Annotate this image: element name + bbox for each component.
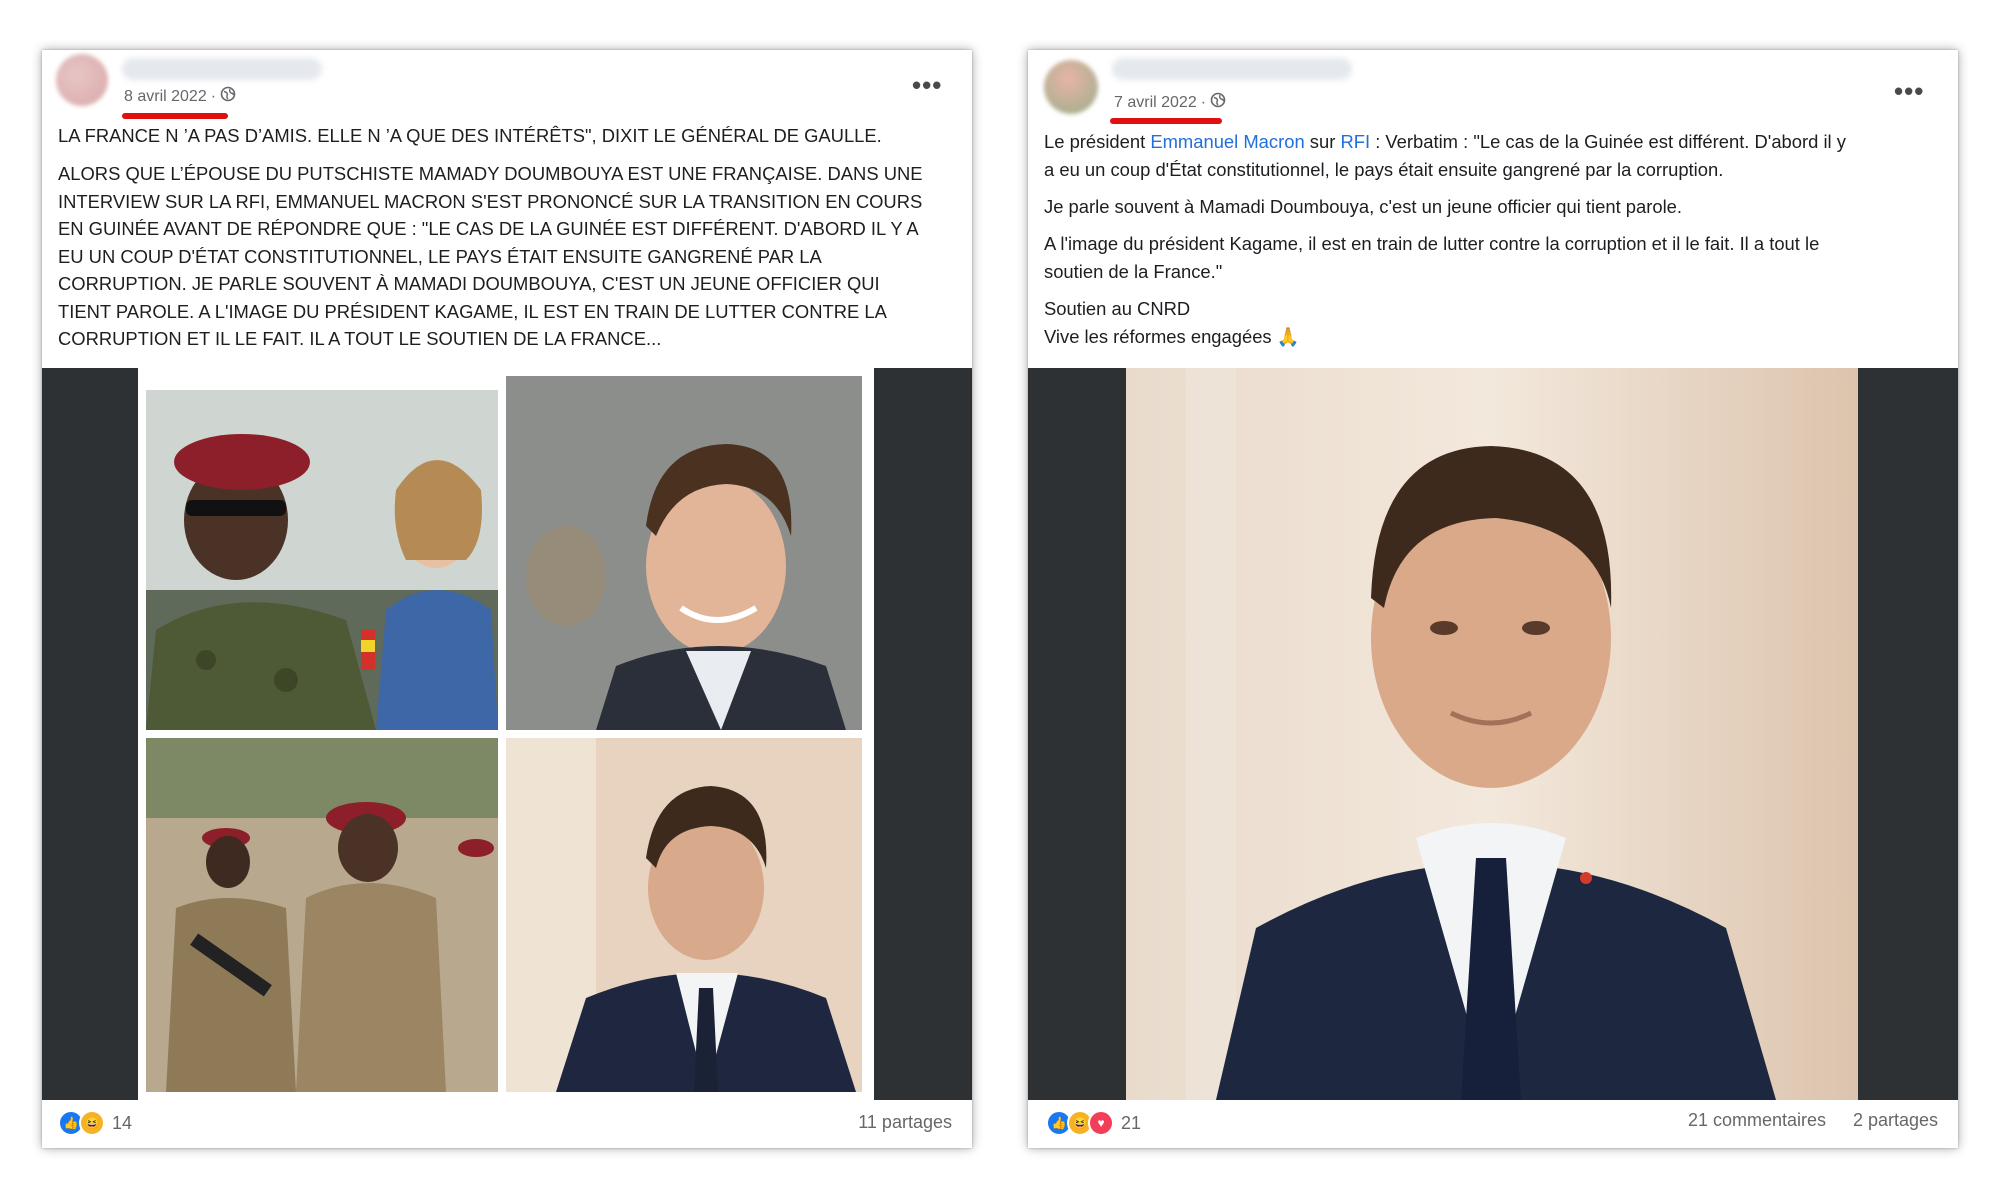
author-name-blurred[interactable] (122, 58, 322, 80)
text-line: Soutien au CNRD (1044, 298, 1191, 319)
photo-soldier-and-woman[interactable] (146, 390, 498, 730)
reaction-count: 14 (112, 1112, 133, 1133)
body-line: corruption et il le fait. Il a tout le s… (58, 328, 662, 349)
globe-icon (1210, 92, 1226, 113)
body-line: corruption. Je parle souvent à Mamadi Do… (58, 273, 880, 294)
body-line: Alors que l’épouse du putschiste Mamady … (58, 163, 923, 184)
avatar[interactable] (56, 54, 108, 106)
text-line: Je parle souvent à Mamadi Doumbouya, c'e… (1044, 196, 1683, 217)
right-post: 7 avril 2022 · ••• Le président Emmanuel… (1028, 50, 1958, 1148)
photo-macron-portrait[interactable] (506, 738, 862, 1092)
comments-count[interactable]: 21 commentaires (1688, 1110, 1826, 1131)
reactions-summary[interactable]: 👍 😆 14 (58, 1110, 132, 1136)
shares-count[interactable]: 2 partages (1853, 1110, 1938, 1131)
reactions-summary[interactable]: 👍 😆 ♥ 21 (1046, 1110, 1141, 1136)
globe-icon (220, 86, 236, 107)
text-segment: sur (1304, 131, 1341, 152)
body-line: interview sur la RFI, Emmanuel Macron s'… (58, 190, 923, 212)
avatar[interactable] (1044, 60, 1098, 114)
post-media[interactable] (42, 368, 972, 1100)
post-meta: 8 avril 2022 · (124, 86, 236, 107)
body-line: en Guinée avant de répondre que : "Le ca… (58, 218, 919, 239)
more-options-icon[interactable]: ••• (1894, 78, 1924, 104)
body-line: tient parole. A l'image du président Kag… (58, 300, 887, 322)
post-date[interactable]: 8 avril 2022 (124, 88, 207, 106)
text-line: Vive les réformes engagées 🙏 (1044, 323, 1944, 352)
praying-hands-emoji: 🙏 (1276, 326, 1300, 348)
post-meta: 7 avril 2022 · (1114, 92, 1226, 113)
body-line: eu un coup d'État constitutionnel, le pa… (58, 245, 822, 267)
text-segment: Le président (1044, 131, 1151, 152)
text-line: A l'image du président Kagame, il est en… (1044, 233, 1820, 254)
text-segment: : Verbatim : "Le cas de la Guinée est di… (1370, 131, 1846, 152)
post-footer: 👍 😆 ♥ 21 21 commentaires 2 partages (1028, 1110, 1958, 1140)
more-options-icon[interactable]: ••• (912, 72, 942, 98)
photo-macron-smiling[interactable] (506, 376, 862, 730)
shares-count[interactable]: 11 partages (858, 1112, 952, 1133)
photo-soldiers[interactable] (146, 738, 498, 1092)
post-footer: 👍 😆 14 11 partages (42, 1110, 972, 1140)
meta-separator: · (210, 87, 217, 105)
love-reaction-icon: ♥ (1088, 1110, 1114, 1136)
post-date[interactable]: 7 avril 2022 (1114, 94, 1197, 112)
post-media[interactable] (1028, 368, 1958, 1100)
haha-reaction-icon: 😆 (79, 1110, 105, 1136)
post-text-quote: La France n ’a pas d’amis. Elle n ’a que… (58, 125, 882, 146)
text-line: a eu un coup d'État constitutionnel, le … (1044, 158, 1724, 180)
date-red-underline (1110, 118, 1222, 124)
text-segment: Vive les réformes engagées (1044, 325, 1272, 347)
date-red-underline (122, 113, 228, 119)
left-post: 8 avril 2022 · ••• La France n ’a pas d’… (42, 50, 972, 1148)
reaction-count: 21 (1121, 1112, 1142, 1133)
photo-macron-large-portrait[interactable] (1126, 368, 1858, 1100)
meta-separator: · (1200, 93, 1207, 111)
author-name-blurred[interactable] (1112, 58, 1352, 80)
emmanuel-macron-link[interactable]: Emmanuel Macron (1150, 131, 1304, 152)
rfi-link[interactable]: RFI (1340, 131, 1370, 152)
text-line: soutien de la France." (1044, 260, 1223, 282)
text-line: Le président Emmanuel Macron sur RFI : V… (1044, 128, 1944, 156)
